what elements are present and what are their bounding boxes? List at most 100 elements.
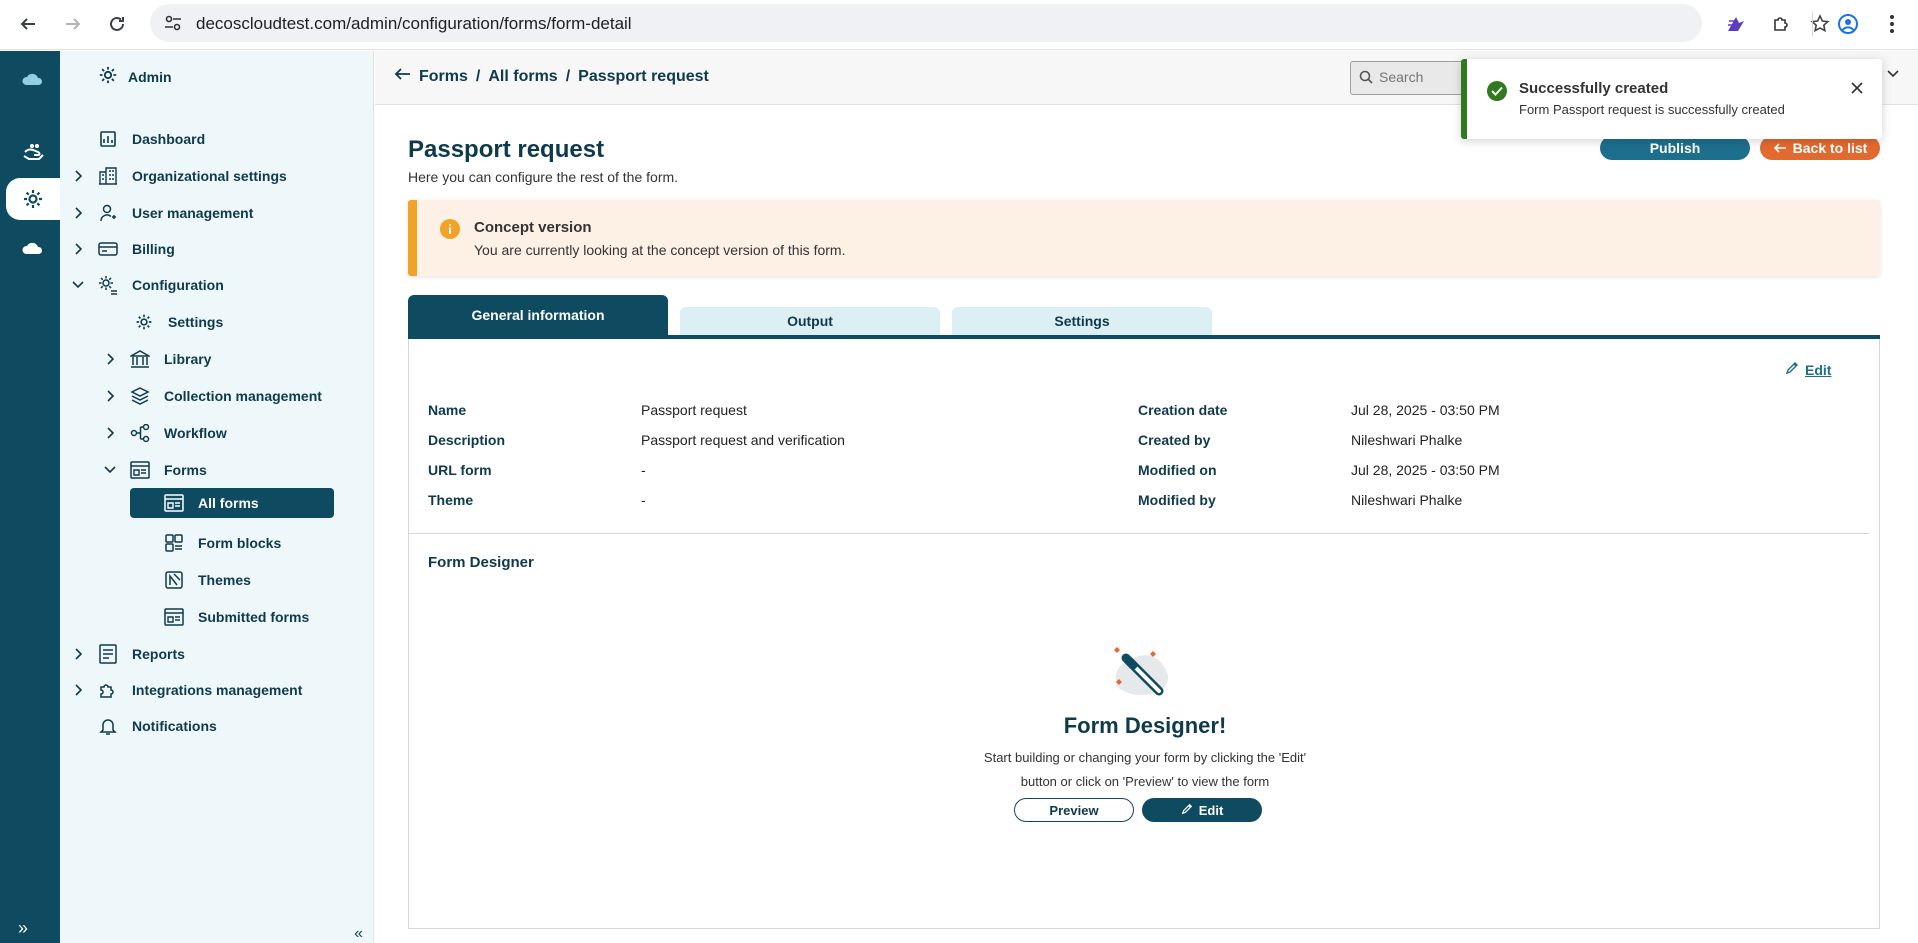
breadcrumb-separator: / xyxy=(475,67,481,85)
collapse-sidebar-icon[interactable]: « xyxy=(354,925,363,943)
arrow-left-icon xyxy=(1773,140,1787,156)
modified-by-value: Nileshwari Phalke xyxy=(1351,492,1463,508)
back-arrow-icon[interactable] xyxy=(14,10,42,38)
puzzle-extension-icon[interactable] xyxy=(1767,10,1795,38)
sidebar-item-billing[interactable]: Billing xyxy=(70,234,175,264)
breadcrumb-current: Passport request xyxy=(578,67,709,85)
url-text: decoscloudtest.com/admin/configuration/f… xyxy=(196,14,632,33)
sidebar-item-settings[interactable]: Settings xyxy=(132,307,223,337)
name-value: Passport request xyxy=(641,402,747,418)
admin-sidebar: Admin Dashboard Organizational settings … xyxy=(60,51,374,943)
sidebar-item-notifications[interactable]: Notifications xyxy=(70,711,217,741)
chevron-right-icon[interactable] xyxy=(102,427,118,439)
banner-title: Concept version xyxy=(474,219,592,236)
reload-icon[interactable] xyxy=(103,10,131,38)
modified-on-label: Modified on xyxy=(1138,462,1217,478)
form-designer-description: Start building or changing your form by … xyxy=(409,746,1881,794)
sidebar-header: Admin xyxy=(98,65,172,88)
config-icon xyxy=(96,275,120,295)
form-designer-heading: Form Designer xyxy=(428,554,534,571)
search-box[interactable] xyxy=(1350,61,1470,95)
edit-form-button[interactable]: Edit xyxy=(1142,798,1262,822)
modified-by-label: Modified by xyxy=(1138,492,1216,508)
sidebar-item-integrations-management[interactable]: Integrations management xyxy=(70,675,302,705)
profile-icon[interactable] xyxy=(1834,10,1862,38)
blocks-icon xyxy=(162,534,186,552)
created-by-label: Created by xyxy=(1138,432,1211,448)
expand-rail-icon[interactable]: » xyxy=(18,918,28,939)
search-icon xyxy=(1359,70,1373,89)
success-toast: Successfully created Form Passport reque… xyxy=(1461,59,1882,139)
tab-settings[interactable]: Settings xyxy=(952,307,1212,335)
chevron-right-icon[interactable] xyxy=(70,243,86,255)
chevron-right-icon[interactable] xyxy=(70,684,86,696)
banner-message: You are currently looking at the concept… xyxy=(474,242,846,258)
sidebar-item-all-forms[interactable]: All forms xyxy=(130,488,334,518)
breadcrumb: Forms / All forms / Passport request xyxy=(393,67,709,86)
sidebar-item-label: Form blocks xyxy=(198,535,282,551)
cloud-icon[interactable] xyxy=(6,228,60,270)
form-icon xyxy=(128,461,152,479)
preview-button[interactable]: Preview xyxy=(1014,798,1134,822)
general-information-panel: Edit Name Passport request Description P… xyxy=(408,339,1880,929)
magic-wand-illustration-icon xyxy=(1101,637,1181,708)
address-bar[interactable]: decoscloudtest.com/admin/configuration/f… xyxy=(150,4,1830,42)
breadcrumb-all-forms[interactable]: All forms xyxy=(488,68,557,86)
breadcrumb-separator: / xyxy=(565,67,571,85)
url-form-label: URL form xyxy=(428,462,492,478)
sidebar-item-form-blocks[interactable]: Form blocks xyxy=(162,528,281,558)
sidebar-item-submitted-forms[interactable]: Submitted forms xyxy=(162,602,309,632)
kebab-menu-icon[interactable] xyxy=(1878,10,1906,38)
sidebar-item-library[interactable]: Library xyxy=(102,344,211,374)
breadcrumb-forms[interactable]: Forms xyxy=(419,68,468,86)
chevron-right-icon[interactable] xyxy=(70,648,86,660)
hand-icon[interactable] xyxy=(6,131,60,173)
sidebar-item-user-management[interactable]: User management xyxy=(70,198,253,228)
bookmark-star-icon[interactable] xyxy=(1810,14,1830,39)
sidebar-item-label: Library xyxy=(164,351,212,367)
chevron-right-icon[interactable] xyxy=(102,390,118,402)
puzzle-icon xyxy=(96,680,120,700)
building-icon xyxy=(96,167,120,185)
sidebar-item-themes[interactable]: Themes xyxy=(162,565,251,595)
extension-icon[interactable] xyxy=(1722,10,1750,38)
sidebar-item-label: Settings xyxy=(168,314,224,330)
sidebar-item-label: Submitted forms xyxy=(198,609,310,625)
form-icon xyxy=(162,608,186,626)
sidebar-item-label: Reports xyxy=(132,646,185,662)
back-to-list-button[interactable]: Back to list xyxy=(1760,136,1880,160)
publish-button[interactable]: Publish xyxy=(1600,136,1750,160)
sidebar-item-workflow[interactable]: Workflow xyxy=(102,418,227,448)
tab-general-information[interactable]: General information xyxy=(408,295,668,335)
sidebar-item-forms[interactable]: Forms xyxy=(102,455,207,485)
sidebar-item-dashboard[interactable]: Dashboard xyxy=(70,124,205,154)
sidebar-item-configuration[interactable]: Configuration xyxy=(70,270,224,300)
chevron-down-icon[interactable] xyxy=(1887,65,1899,83)
cloud-logo-icon[interactable] xyxy=(6,59,60,101)
modified-on-value: Jul 28, 2025 - 03:50 PM xyxy=(1351,462,1500,478)
chevron-right-icon[interactable] xyxy=(102,353,118,365)
back-arrow-icon[interactable] xyxy=(393,67,411,86)
site-settings-icon[interactable] xyxy=(164,15,182,36)
sidebar-item-reports[interactable]: Reports xyxy=(70,639,185,669)
sidebar-item-collection-management[interactable]: Collection management xyxy=(102,381,322,411)
sidebar-item-label: Themes xyxy=(198,572,251,588)
edit-general-link[interactable]: Edit xyxy=(1785,361,1831,378)
dashboard-icon xyxy=(96,130,120,148)
toast-message: Form Passport request is successfully cr… xyxy=(1519,102,1785,117)
sidebar-item-organizational-settings[interactable]: Organizational settings xyxy=(70,161,287,191)
chevron-right-icon[interactable] xyxy=(70,170,86,182)
close-icon[interactable] xyxy=(1851,81,1863,99)
forward-arrow-icon[interactable] xyxy=(59,10,87,38)
tab-output[interactable]: Output xyxy=(680,307,940,335)
search-input[interactable] xyxy=(1379,69,1467,85)
layers-icon xyxy=(128,387,152,405)
sidebar-title: Admin xyxy=(128,68,172,85)
chevron-down-icon[interactable] xyxy=(102,466,118,474)
chevron-right-icon[interactable] xyxy=(70,207,86,219)
sidebar-item-label: All forms xyxy=(198,495,259,511)
concept-version-banner: i Concept version You are currently look… xyxy=(408,200,1880,276)
app-rail: » xyxy=(0,51,60,943)
chevron-down-icon[interactable] xyxy=(70,281,86,289)
admin-gear-icon[interactable] xyxy=(6,178,60,220)
